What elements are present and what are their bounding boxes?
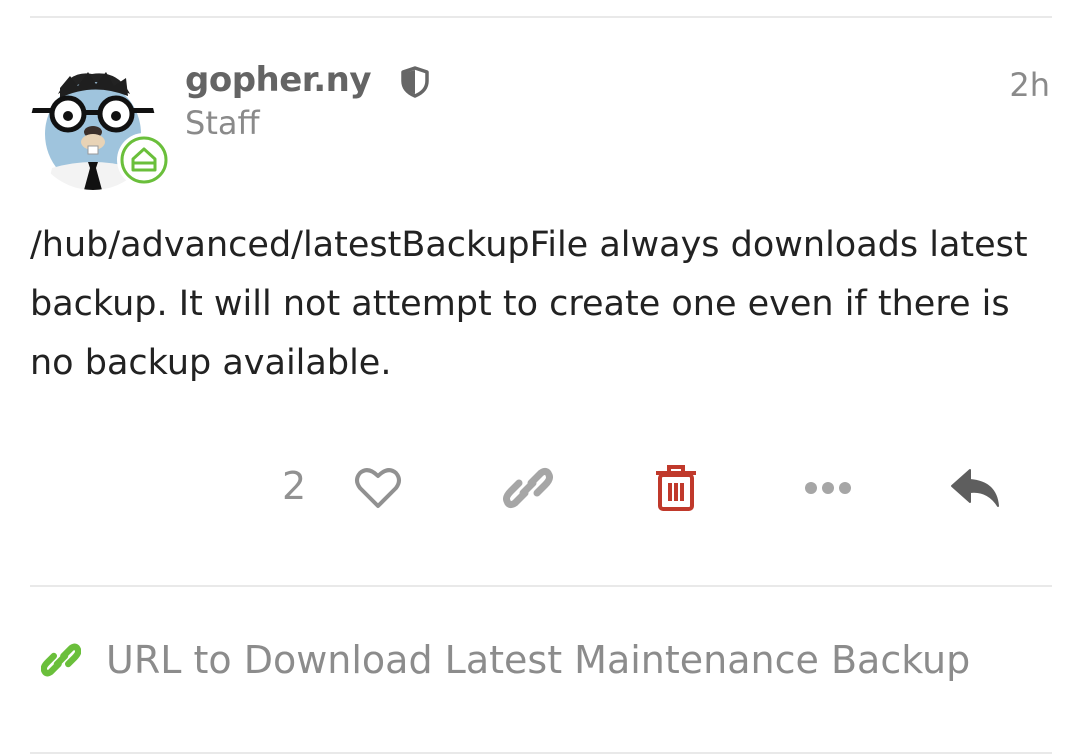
linked-topic-title[interactable]: URL to Download Latest Maintenance Backu… bbox=[106, 638, 970, 682]
shield-icon bbox=[401, 66, 429, 98]
post-timestamp[interactable]: 2h bbox=[1009, 66, 1050, 104]
like-button[interactable] bbox=[348, 458, 408, 518]
delete-button[interactable] bbox=[646, 458, 706, 518]
ellipsis-icon bbox=[805, 482, 851, 494]
more-options-button[interactable] bbox=[798, 458, 858, 518]
post-body: /hub/advanced/latestBackupFile always do… bbox=[30, 225, 1028, 383]
section-divider bbox=[30, 585, 1052, 587]
bottom-divider bbox=[30, 752, 1052, 754]
home-icon bbox=[120, 136, 168, 184]
heart-icon bbox=[355, 468, 401, 508]
reply-icon bbox=[951, 469, 999, 507]
user-avatar[interactable] bbox=[30, 64, 171, 190]
top-divider bbox=[30, 16, 1052, 18]
copy-link-button[interactable] bbox=[498, 458, 558, 518]
link-icon bbox=[36, 640, 86, 680]
trash-icon bbox=[656, 465, 696, 511]
user-title: Staff bbox=[185, 104, 260, 142]
like-count[interactable]: 2 bbox=[282, 464, 306, 508]
reply-button[interactable] bbox=[946, 458, 1006, 518]
flair-badge bbox=[117, 133, 171, 187]
username[interactable]: gopher.ny bbox=[185, 60, 372, 100]
link-icon bbox=[503, 467, 553, 509]
linked-topic[interactable]: URL to Download Latest Maintenance Backu… bbox=[30, 630, 1030, 690]
